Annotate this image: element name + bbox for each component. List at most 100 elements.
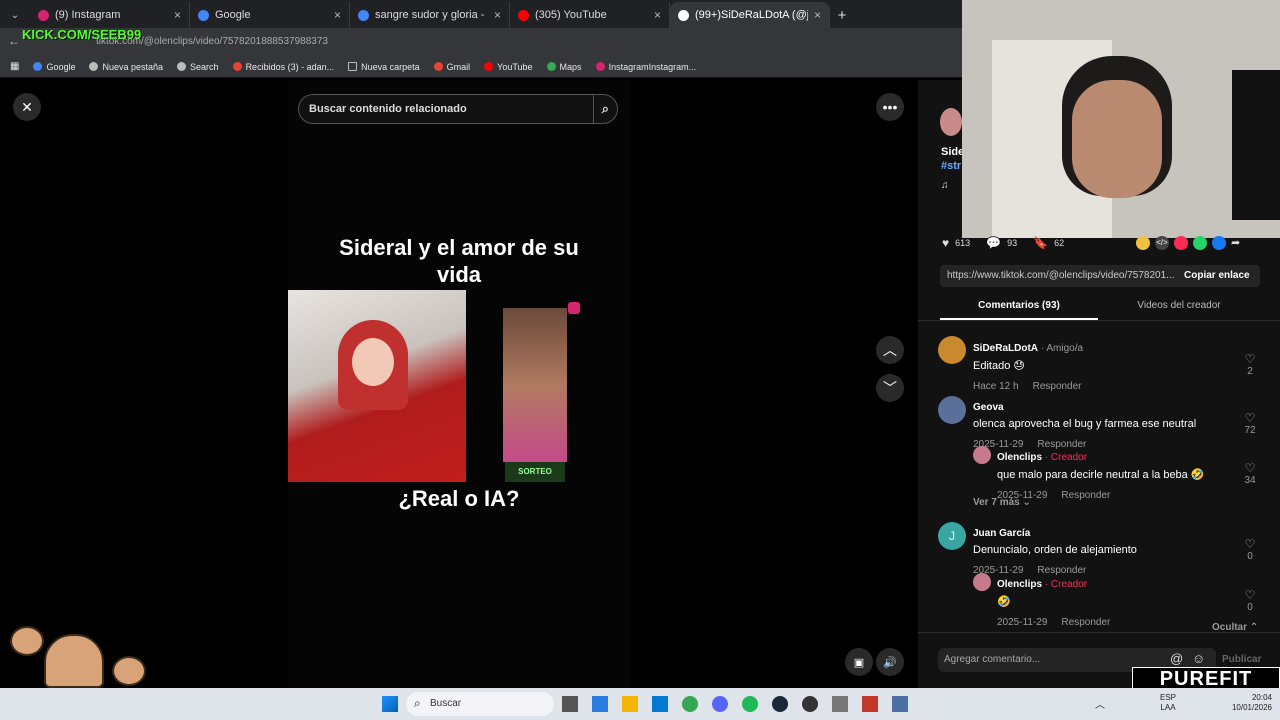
next-video-button[interactable]: ﹀	[876, 374, 904, 402]
volume-button[interactable]: 🔊	[876, 648, 904, 676]
bookmark-folder[interactable]: Nueva carpeta	[348, 62, 420, 72]
avatar[interactable]: J	[938, 522, 966, 550]
like-comment-button[interactable]: ♡ 34	[1240, 461, 1260, 486]
comment-text: 🤣	[997, 596, 1011, 608]
store-icon[interactable]	[592, 696, 608, 712]
folder-icon[interactable]	[622, 696, 638, 712]
tab-creator-videos[interactable]: Videos del creador	[1100, 300, 1258, 311]
bookmark-maps[interactable]: Maps	[546, 62, 582, 72]
instagram-icon	[38, 9, 49, 21]
taskbar-search[interactable]: ⌕ Buscar	[406, 692, 554, 716]
reply-button[interactable]: Responder	[1061, 617, 1110, 628]
youtube-icon	[484, 62, 494, 71]
author-name[interactable]: Side	[941, 146, 964, 158]
new-tab-button[interactable]: +	[830, 2, 854, 28]
comment-author[interactable]: Juan García	[973, 528, 1030, 539]
avatar[interactable]	[938, 336, 966, 364]
like-count: 2	[1247, 366, 1253, 377]
hashtag-link[interactable]: #str	[941, 160, 961, 172]
copy-link-button[interactable]: Copiar enlace	[1184, 270, 1250, 281]
close-icon[interactable]: ×	[334, 8, 341, 22]
post-link[interactable]: https://www.tiktok.com/@olenclips/video/…	[947, 270, 1179, 281]
tab-comments[interactable]: Comentarios (93)	[940, 300, 1098, 311]
search-icon	[177, 62, 187, 71]
comment-author[interactable]: SiDeRaLDotA	[973, 343, 1038, 354]
emoji-share-icon[interactable]	[1136, 236, 1150, 250]
view-more-replies[interactable]: Ver 7 más ⌄	[973, 497, 1031, 508]
comment-icon[interactable]: 💬	[986, 236, 1001, 250]
url-field[interactable]: tiktok.com/@olenclips/video/757820188853…	[96, 33, 956, 51]
steam-icon[interactable]	[772, 696, 788, 712]
search-icon: ⌕	[414, 696, 421, 710]
bookmark-label: Gmail	[446, 61, 471, 72]
author-avatar[interactable]	[940, 108, 962, 136]
tab-search[interactable]: sangre sudor y gloria - Buscar con ×	[350, 2, 510, 28]
like-comment-button[interactable]: ♡ 0	[1240, 537, 1260, 562]
publish-button[interactable]: Publicar	[1222, 654, 1261, 665]
tab-youtube[interactable]: (305) YouTube ×	[510, 2, 670, 28]
tab-google[interactable]: Google ×	[190, 2, 350, 28]
bookmark-gmail[interactable]: Gmail	[433, 61, 471, 72]
chrome-icon[interactable]	[682, 696, 698, 712]
like-comment-button[interactable]: ♡ 0	[1240, 588, 1260, 613]
close-viewer-button[interactable]: ✕	[13, 93, 41, 121]
tray-chevron-icon[interactable]: ︿	[1095, 696, 1105, 711]
reply-button[interactable]: Responder	[1033, 381, 1082, 392]
app-icon[interactable]	[862, 696, 878, 712]
terminal-icon[interactable]	[562, 696, 578, 712]
emoji-icon[interactable]: ☺	[1192, 651, 1205, 666]
close-icon[interactable]: ×	[494, 8, 501, 22]
comment-author[interactable]: Geova	[973, 402, 1004, 413]
apps-icon[interactable]: ▦	[10, 61, 19, 72]
share-arrow-icon[interactable]: ➦	[1231, 236, 1240, 250]
like-comment-button[interactable]: ♡ 72	[1240, 411, 1260, 436]
bookmark-instagram[interactable]: InstagramInstagram...	[595, 62, 696, 72]
start-icon[interactable]	[382, 696, 398, 712]
comment-author[interactable]: Olenclips	[997, 579, 1042, 590]
obs-icon[interactable]	[802, 696, 818, 712]
tab-instagram[interactable]: (9) Instagram ×	[30, 2, 190, 28]
comment-author[interactable]: Olenclips	[997, 452, 1042, 463]
language-indicator[interactable]: ESP LAA	[1160, 693, 1176, 713]
more-options-button[interactable]: •••	[876, 93, 904, 121]
bookmark-google[interactable]: Google	[33, 62, 75, 72]
related-search-input[interactable]: Buscar contenido relacionado ⌕	[298, 94, 618, 124]
tab-tiktok[interactable]: (99+)SiDeRaLDotA (@jesus ×	[670, 2, 830, 28]
bookmark-search[interactable]: Search	[177, 62, 219, 72]
keyboard-app-icon[interactable]	[832, 696, 848, 712]
search-icon[interactable]: ⌕	[592, 95, 609, 123]
comment-text: olenca aprovecha el bug y farmea ese neu…	[973, 418, 1197, 430]
close-icon[interactable]: ×	[174, 8, 181, 22]
send-icon[interactable]	[1174, 236, 1188, 250]
bookmark-youtube[interactable]: YouTube	[484, 62, 533, 72]
tab-title: Google	[215, 9, 251, 21]
spotify-icon[interactable]	[742, 696, 758, 712]
tab-search-icon[interactable]: ⌄	[0, 2, 30, 28]
whatsapp-icon[interactable]	[1193, 236, 1207, 250]
heart-icon[interactable]: ♥	[942, 236, 949, 250]
reply-button[interactable]: Responder	[1061, 490, 1110, 501]
bookmark-inbox[interactable]: Recibidos (3) - adan...	[232, 62, 334, 72]
bookmark-new-tab[interactable]: Nueva pestaña	[89, 62, 163, 72]
calculator-icon[interactable]	[892, 696, 908, 712]
back-icon[interactable]: ←	[8, 34, 20, 48]
store-bag-icon[interactable]	[652, 696, 668, 712]
bookmark-icon[interactable]: 🔖	[1033, 236, 1048, 250]
close-icon[interactable]: ×	[814, 8, 821, 22]
avatar[interactable]	[973, 446, 991, 464]
discord-icon[interactable]	[712, 696, 728, 712]
pip-button[interactable]: ▣	[845, 648, 873, 676]
mention-icon[interactable]: @	[1170, 651, 1183, 666]
mascot-arm	[112, 656, 146, 686]
facebook-icon[interactable]	[1212, 236, 1226, 250]
chevron-down-icon: ﹀	[883, 380, 897, 396]
avatar[interactable]	[973, 573, 991, 591]
previous-video-button[interactable]: ︿	[876, 336, 904, 364]
video-streamer-frame	[288, 290, 466, 482]
like-comment-button[interactable]: ♡ 2	[1240, 352, 1260, 377]
clock[interactable]: 20:04 10/01/2026	[1224, 693, 1272, 713]
avatar[interactable]	[938, 396, 966, 424]
close-icon[interactable]: ×	[654, 8, 661, 22]
comment-tag: · Creador	[1042, 579, 1088, 590]
embed-icon[interactable]: </>	[1155, 236, 1169, 250]
